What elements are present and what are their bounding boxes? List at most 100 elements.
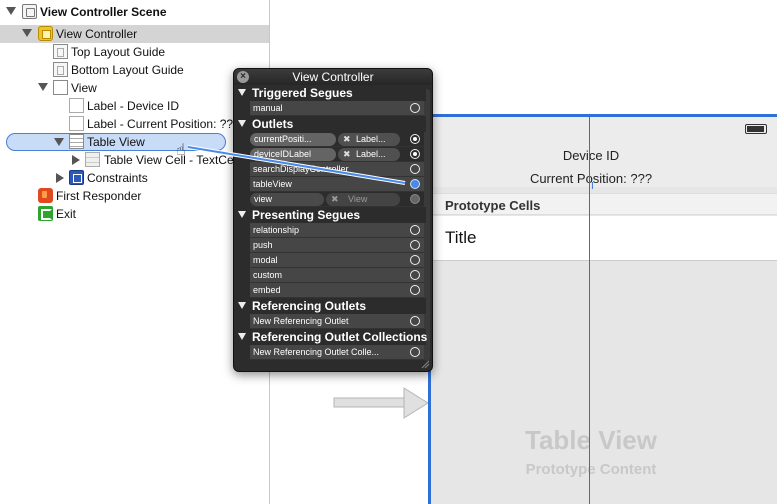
outlet-name-pill: currentPositi... (250, 133, 336, 146)
table-view-icon (69, 134, 84, 149)
outlet-name: currentPositi... (254, 134, 312, 144)
alignment-guide-line (589, 117, 590, 504)
section-outlets[interactable]: Outlets (234, 116, 426, 132)
connections-hud[interactable]: View Controller × Triggered Segues manua… (233, 68, 433, 372)
connection-circle-icon[interactable] (410, 194, 420, 204)
outlet-row-device-id-label[interactable]: deviceIDLabel ✖ Label... (250, 147, 424, 162)
close-icon[interactable]: × (237, 71, 249, 83)
outline-item-exit[interactable]: Exit (0, 205, 269, 223)
connection-circle-icon[interactable] (410, 103, 420, 113)
outline-item-label: View (71, 81, 97, 95)
outline-item-top-layout-guide[interactable]: Top Layout Guide (0, 43, 269, 61)
new-referencing-outlet-row[interactable]: New Referencing Outlet (250, 314, 424, 329)
outline-item-label: First Responder (56, 189, 142, 203)
remove-connection-icon[interactable]: ✖ (343, 149, 351, 160)
disclosure-triangle-icon[interactable] (54, 138, 64, 146)
outlet-name-pill: deviceIDLabel (250, 148, 336, 161)
disclosure-triangle-icon[interactable] (22, 29, 32, 37)
view-icon (53, 80, 68, 95)
connection-circle-icon[interactable] (410, 255, 420, 265)
section-referencing-outlets[interactable]: Referencing Outlets (234, 298, 426, 314)
prototype-cell[interactable]: Title (431, 216, 777, 261)
segue-row-relationship[interactable]: relationship (250, 223, 424, 238)
disclosure-triangle-icon[interactable] (72, 155, 80, 165)
table-cell-icon (85, 152, 100, 167)
disclosure-triangle-icon[interactable] (238, 302, 246, 309)
outline-item-label: Top Layout Guide (71, 45, 166, 59)
outlet-target: Label... (356, 149, 386, 159)
new-referencing-outlet-collection-row[interactable]: New Referencing Outlet Colle... (250, 345, 424, 360)
section-referencing-outlet-collections[interactable]: Referencing Outlet Collections (234, 329, 428, 345)
table-view-placeholder-subtitle: Prototype Content (525, 461, 657, 478)
outline-item-label: Table View Cell - TextCe (104, 153, 234, 167)
disclosure-triangle-icon[interactable] (238, 120, 246, 127)
outlet-target-pill[interactable]: ✖ Label... (338, 133, 400, 146)
view-controller-frame[interactable]: Device ID Current Position: ??? Prototyp… (428, 114, 777, 504)
connection-circle-icon[interactable] (410, 149, 420, 159)
outlet-row-view[interactable]: view ✖ View (250, 192, 424, 207)
segue-row-custom[interactable]: custom (250, 268, 424, 283)
connection-circle-active-icon[interactable] (410, 179, 420, 189)
section-presenting-segues[interactable]: Presenting Segues (234, 207, 426, 223)
remove-connection-icon[interactable]: ✖ (331, 194, 339, 205)
outline-item-view-controller[interactable]: View Controller (0, 25, 269, 43)
ibeam-cursor-icon: I (591, 181, 594, 192)
label-device-id[interactable]: Device ID (431, 148, 751, 163)
label-icon (69, 116, 84, 131)
disclosure-triangle-icon[interactable] (238, 211, 246, 218)
connection-name: push (253, 240, 273, 250)
prototype-cells-title: Prototype Cells (445, 198, 541, 213)
segue-row-push[interactable]: push (250, 238, 424, 253)
connection-name: embed (253, 285, 281, 295)
cell-title-label[interactable]: Title (445, 228, 477, 248)
outline-item-label: Table View (87, 135, 145, 149)
connection-circle-icon[interactable] (410, 240, 420, 250)
outlet-name: view (254, 194, 273, 204)
disclosure-triangle-icon[interactable] (6, 7, 16, 15)
outlet-row-table-view[interactable]: tableView (250, 177, 424, 192)
outline-item-table-view[interactable]: Table View (6, 133, 226, 151)
connection-circle-icon[interactable] (410, 316, 420, 326)
resize-grip-icon[interactable] (420, 359, 430, 369)
outline-item-label-current-position[interactable]: Label - Current Position: ?? (0, 115, 269, 133)
outline-item-scene[interactable]: View Controller Scene (0, 3, 269, 21)
disclosure-triangle-icon[interactable] (238, 333, 246, 340)
outline-item-table-view-cell[interactable]: Table View Cell - TextCe (0, 151, 269, 169)
connection-circle-icon[interactable] (410, 134, 420, 144)
section-title: Referencing Outlet Collections (252, 330, 428, 344)
outline-item-bottom-layout-guide[interactable]: Bottom Layout Guide (0, 61, 269, 79)
connection-name: modal (253, 255, 278, 265)
connection-circle-icon[interactable] (410, 347, 420, 357)
initial-view-controller-arrow-icon (333, 387, 429, 419)
layout-guide-icon (53, 44, 68, 59)
layout-guide-icon (53, 62, 68, 77)
outlet-target: View (348, 194, 368, 204)
outline-item-first-responder[interactable]: First Responder (0, 187, 269, 205)
label-icon (69, 98, 84, 113)
outline-item-constraints[interactable]: Constraints (0, 169, 269, 187)
outlet-row-current-position[interactable]: currentPositi... ✖ Label... (250, 132, 424, 147)
outline-item-label-device-id[interactable]: Label - Device ID (0, 97, 269, 115)
outline-item-label: Label - Current Position: ?? (87, 117, 234, 131)
outline-item-view[interactable]: View (0, 79, 269, 97)
section-title: Presenting Segues (252, 208, 361, 222)
segue-row-embed[interactable]: embed (250, 283, 424, 298)
prototype-cells-header: Prototype Cells (431, 193, 777, 215)
remove-connection-icon[interactable]: ✖ (343, 134, 351, 145)
section-triggered-segues[interactable]: Triggered Segues (234, 85, 426, 101)
outlet-target: Label... (356, 134, 386, 144)
segue-row-modal[interactable]: modal (250, 253, 424, 268)
disclosure-triangle-icon[interactable] (56, 173, 64, 183)
connection-circle-icon[interactable] (410, 164, 420, 174)
disclosure-triangle-icon[interactable] (238, 89, 246, 96)
connection-circle-icon[interactable] (410, 225, 420, 235)
disclosure-triangle-icon[interactable] (38, 83, 48, 91)
connection-row-manual[interactable]: manual (250, 101, 424, 116)
connection-circle-icon[interactable] (410, 270, 420, 280)
outline-item-label: Constraints (87, 171, 148, 185)
section-title: Triggered Segues (252, 86, 353, 100)
connection-circle-icon[interactable] (410, 285, 420, 295)
outlet-row-search-display-controller[interactable]: searchDisplayController (250, 162, 424, 177)
outlet-target-pill[interactable]: ✖ Label... (338, 148, 400, 161)
outlet-target-pill[interactable]: ✖ View (326, 193, 400, 206)
